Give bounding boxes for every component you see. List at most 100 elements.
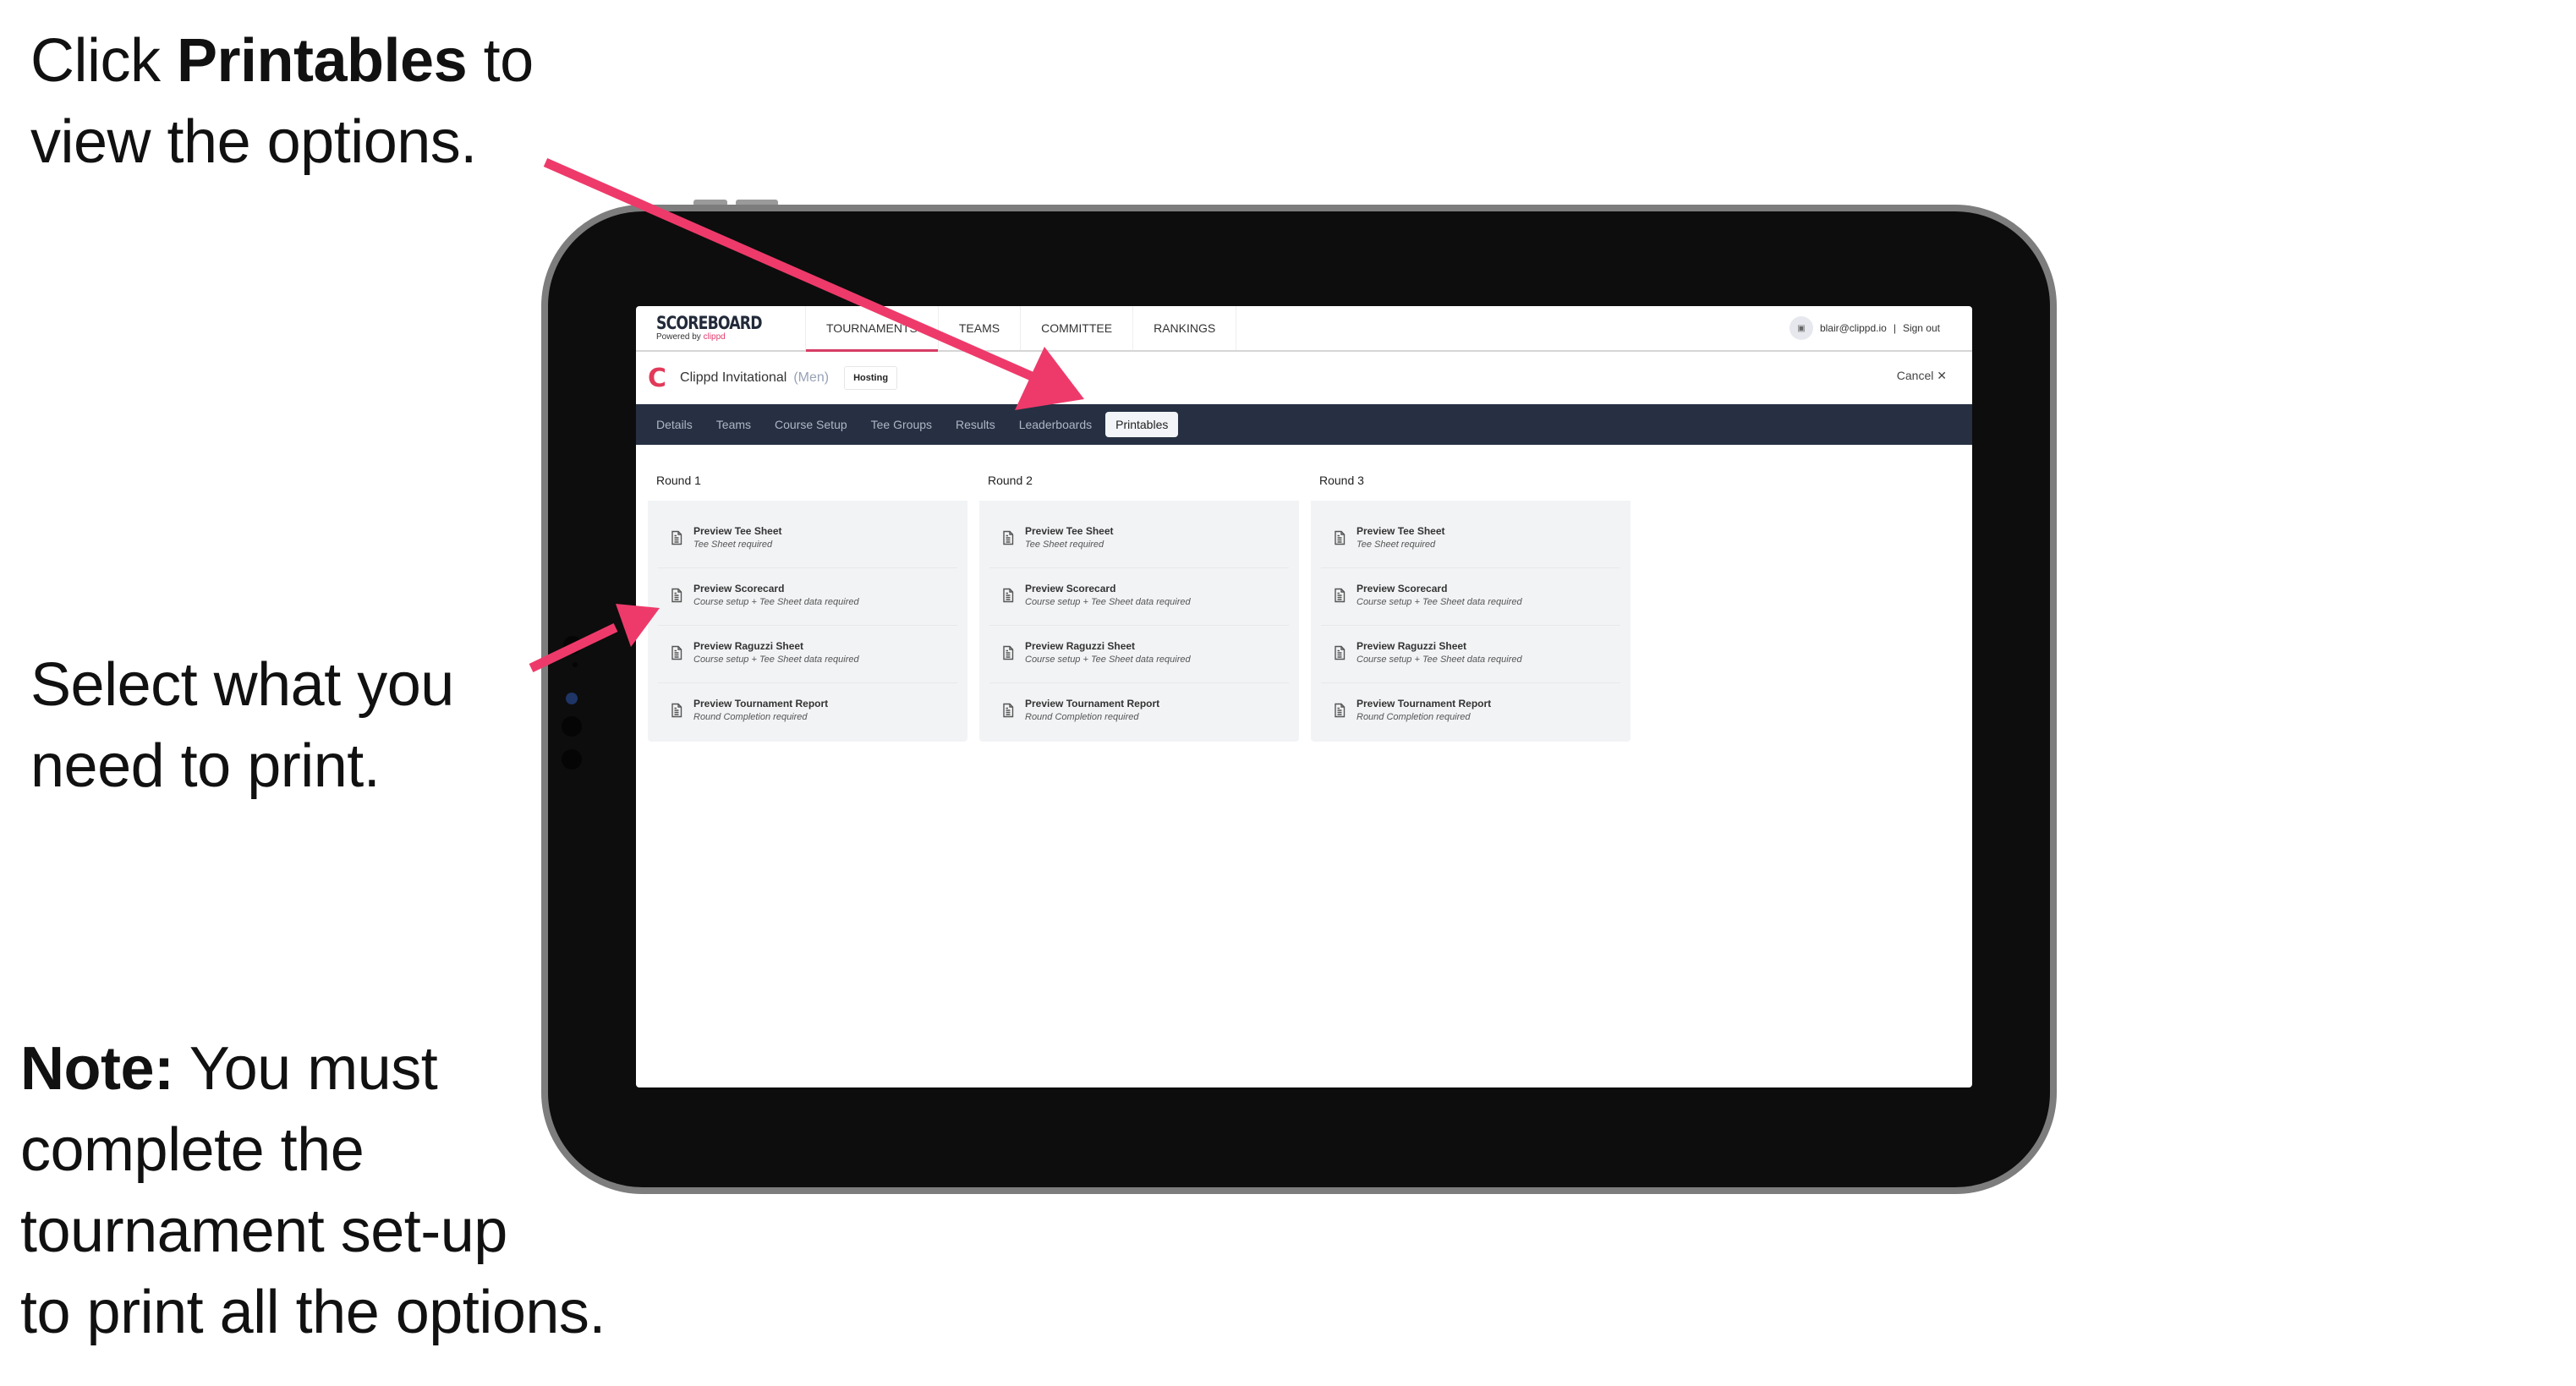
print-option[interactable]: Preview Tournament Report Round Completio… xyxy=(1321,682,1620,737)
instruction-click-printables: Click Printables to view the options. xyxy=(30,20,534,183)
event-name: Clippd Invitational xyxy=(680,370,787,385)
round-title: Round 1 xyxy=(648,460,967,501)
brand-title: SCOREBOARD xyxy=(656,313,763,333)
nav-rankings[interactable]: RANKINGS xyxy=(1133,306,1237,350)
brand-powered-by: Powered by clippd xyxy=(656,332,805,342)
tab-leaderboards[interactable]: Leaderboards xyxy=(1009,412,1102,437)
print-option-title: Preview Tee Sheet xyxy=(693,525,782,537)
instruction-text: Click xyxy=(30,27,177,95)
print-option-requirement: Tee Sheet required xyxy=(693,540,773,550)
avatar-icon[interactable]: ▣ xyxy=(1789,316,1813,340)
nav-committee[interactable]: COMMITTEE xyxy=(1021,306,1134,350)
print-option-title: Preview Scorecard xyxy=(1357,583,1448,594)
print-option[interactable]: Preview Scorecard Course setup + Tee Shee… xyxy=(658,567,957,622)
app-screen: SCOREBOARD Powered by clippd TOURNAMENTS… xyxy=(636,306,1972,1087)
print-option-requirement: Course setup + Tee Sheet data required xyxy=(1357,655,1522,665)
note-text: tournament set-up xyxy=(20,1197,507,1265)
tablet-sensor xyxy=(562,749,582,770)
print-option[interactable]: Preview Raguzzi Sheet Course setup + Tee … xyxy=(1321,625,1620,680)
print-option[interactable]: Preview Tee Sheet Tee Sheet required xyxy=(1321,511,1620,565)
close-icon: ✕ xyxy=(1937,369,1947,382)
cancel-button[interactable]: Cancel ✕ xyxy=(1897,369,1947,383)
rounds-grid: Round 1 Preview Tee Sheet Tee Sheet requir… xyxy=(636,445,1972,742)
clippd-c-logo-icon: C xyxy=(648,363,667,393)
top-navigation: SCOREBOARD Powered by clippd TOURNAMENTS… xyxy=(636,306,1972,352)
print-option-requirement: Round Completion required xyxy=(693,712,808,722)
document-icon xyxy=(1331,644,1348,661)
note-text: complete the xyxy=(20,1116,364,1184)
print-option-title: Preview Raguzzi Sheet xyxy=(1357,640,1467,652)
print-option[interactable]: Preview Scorecard Course setup + Tee Shee… xyxy=(989,567,1289,622)
tab-printables[interactable]: Printables xyxy=(1105,412,1179,437)
instruction-text: Select what you xyxy=(30,651,454,719)
print-option-requirement: Round Completion required xyxy=(1357,712,1471,722)
separator: | xyxy=(1893,322,1896,334)
print-option[interactable]: Preview Tee Sheet Tee Sheet required xyxy=(658,511,957,565)
tablet-sensor xyxy=(563,636,582,655)
round-1-column: Round 1 Preview Tee Sheet Tee Sheet requir… xyxy=(648,460,967,742)
print-option-requirement: Course setup + Tee Sheet data required xyxy=(693,597,859,607)
print-option[interactable]: Preview Scorecard Course setup + Tee Shee… xyxy=(1321,567,1620,622)
print-option-requirement: Round Completion required xyxy=(1025,712,1139,722)
document-icon xyxy=(1331,702,1348,719)
print-option-text: Preview Tee Sheet Tee Sheet required xyxy=(1025,524,1114,551)
print-option-requirement: Tee Sheet required xyxy=(1357,540,1436,550)
print-option[interactable]: Preview Raguzzi Sheet Course setup + Tee … xyxy=(658,625,957,680)
instruction-bold-text: Printables xyxy=(177,27,468,95)
tab-details[interactable]: Details xyxy=(646,412,703,437)
print-option-requirement: Course setup + Tee Sheet data required xyxy=(1025,597,1191,607)
print-option[interactable]: Preview Tee Sheet Tee Sheet required xyxy=(989,511,1289,565)
tablet-sensor xyxy=(573,662,578,667)
round-options: Preview Tee Sheet Tee Sheet required Previ… xyxy=(1311,501,1631,742)
print-option-text: Preview Raguzzi Sheet Course setup + Tee … xyxy=(693,639,859,666)
tab-tee-groups[interactable]: Tee Groups xyxy=(861,412,942,437)
document-icon xyxy=(668,702,685,719)
tablet-camera xyxy=(566,693,578,704)
print-option-text: Preview Tee Sheet Tee Sheet required xyxy=(693,524,782,551)
print-option-title: Preview Tee Sheet xyxy=(1025,525,1114,537)
brand-logo[interactable]: SCOREBOARD Powered by clippd xyxy=(636,306,806,350)
instruction-text: to xyxy=(467,27,534,95)
document-icon xyxy=(1000,644,1017,661)
print-option[interactable]: Preview Raguzzi Sheet Course setup + Tee … xyxy=(989,625,1289,680)
print-option-title: Preview Tournament Report xyxy=(693,698,829,709)
instruction-text: need to print. xyxy=(30,732,381,800)
print-option-requirement: Tee Sheet required xyxy=(1025,540,1104,550)
instruction-note: Note: You must complete the tournament s… xyxy=(20,1028,606,1353)
print-option-text: Preview Raguzzi Sheet Course setup + Tee … xyxy=(1025,639,1191,666)
print-option[interactable]: Preview Tournament Report Round Completio… xyxy=(658,682,957,737)
hosting-badge: Hosting xyxy=(844,366,898,390)
print-option-title: Preview Scorecard xyxy=(1025,583,1116,594)
document-icon xyxy=(1000,702,1017,719)
nav-teams[interactable]: TEAMS xyxy=(939,306,1022,350)
round-2-column: Round 2 Preview Tee Sheet Tee Sheet requir… xyxy=(979,460,1299,742)
round-title: Round 3 xyxy=(1311,460,1631,501)
print-option-title: Preview Raguzzi Sheet xyxy=(1025,640,1136,652)
print-option-text: Preview Scorecard Course setup + Tee Shee… xyxy=(693,582,859,609)
event-header: C Clippd Invitational (Men) Hosting Canc… xyxy=(636,352,1972,404)
round-options: Preview Tee Sheet Tee Sheet required Previ… xyxy=(648,501,967,742)
print-option-title: Preview Raguzzi Sheet xyxy=(693,640,804,652)
instruction-select-print: Select what you need to print. xyxy=(30,644,454,807)
tab-teams[interactable]: Teams xyxy=(706,412,761,437)
print-option[interactable]: Preview Tournament Report Round Completio… xyxy=(989,682,1289,737)
sign-out-link[interactable]: Sign out xyxy=(1903,322,1940,334)
user-menu: ▣ blair@clippd.io | Sign out xyxy=(1789,306,1940,350)
nav-tournaments[interactable]: TOURNAMENTS xyxy=(806,306,939,352)
tablet-sensor xyxy=(562,716,582,737)
note-text: You must xyxy=(173,1035,438,1103)
instruction-text: view the options. xyxy=(30,108,477,176)
print-option-title: Preview Tournament Report xyxy=(1357,698,1492,709)
tab-course-setup[interactable]: Course Setup xyxy=(765,412,858,437)
round-title: Round 2 xyxy=(979,460,1299,501)
document-icon xyxy=(1331,529,1348,546)
powered-by-text: Powered by xyxy=(656,332,704,342)
note-text: to print all the options. xyxy=(20,1279,606,1346)
note-label: Note: xyxy=(20,1035,174,1103)
document-icon xyxy=(668,587,685,604)
document-icon xyxy=(1000,529,1017,546)
cancel-label: Cancel xyxy=(1896,369,1934,382)
print-option-text: Preview Scorecard Course setup + Tee Shee… xyxy=(1357,582,1522,609)
tab-results[interactable]: Results xyxy=(945,412,1006,437)
clippd-wordmark: clippd xyxy=(703,332,726,342)
